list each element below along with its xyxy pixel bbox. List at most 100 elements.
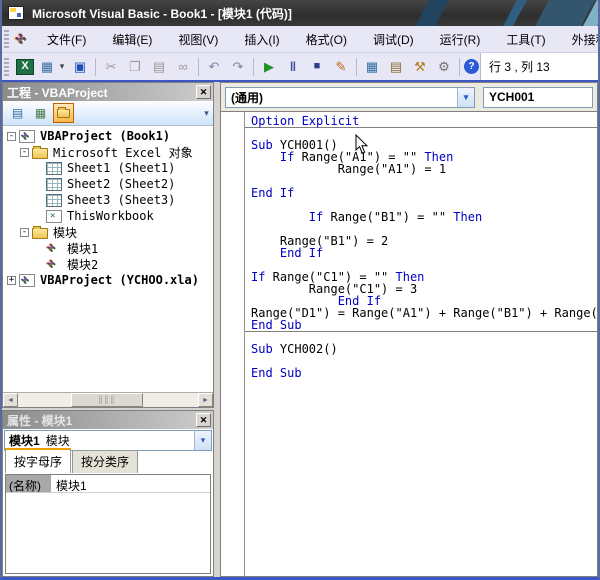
pause-icon[interactable]: ‖ — [282, 57, 304, 77]
titlebar-decoration — [415, 0, 449, 26]
scroll-left-icon[interactable]: ◄ — [3, 393, 18, 407]
paste-icon[interactable]: ▤ — [148, 57, 170, 77]
chevron-down-icon[interactable] — [457, 88, 474, 107]
property-value-cell[interactable]: 模块1 — [52, 475, 210, 492]
margin-indicator-bar[interactable] — [221, 112, 245, 576]
titlebar-decoration — [503, 0, 527, 26]
cut-icon[interactable]: ✂ — [100, 57, 122, 77]
toggle-folders-icon[interactable] — [53, 103, 74, 123]
menu-item-1[interactable]: 文件(F) — [34, 27, 99, 52]
toolbar-separator — [356, 58, 357, 76]
code-editor[interactable]: Option ExplicitSub YCH001() If Range("A1… — [221, 111, 597, 576]
code-text — [251, 246, 280, 260]
project-icon — [19, 274, 35, 287]
code-line: If Range("B1") = "" Then — [251, 211, 597, 223]
toolbar-options-icon[interactable] — [201, 104, 212, 122]
object-dropdown[interactable]: (通用) — [225, 87, 475, 108]
code-text — [251, 210, 309, 224]
tree-item-label: Sheet3 (Sheet3) — [65, 193, 177, 207]
menu-item-4[interactable]: 插入(I) — [231, 27, 292, 52]
toolbox-icon[interactable]: ⚒ — [409, 57, 431, 77]
copy-icon[interactable]: ❐ — [124, 57, 146, 77]
menu-item-5[interactable]: 格式(O) — [293, 27, 360, 52]
procedure-dropdown-value: YCH001 — [489, 90, 534, 104]
property-row[interactable]: (名称)模块1 — [6, 475, 210, 493]
keyword: Option Explicit — [251, 114, 359, 128]
selected-object-name: 模块1 — [9, 432, 40, 449]
object-dropdown-value: (通用) — [231, 89, 263, 106]
menu-item-3[interactable]: 视图(V) — [165, 27, 231, 52]
tab-categorized[interactable]: 按分类序 — [72, 450, 138, 473]
view-code-icon[interactable]: ▤ — [7, 103, 28, 123]
redo-icon[interactable]: ↷ — [227, 57, 249, 77]
module-icon — [46, 242, 62, 255]
collapse-icon[interactable]: - — [20, 148, 29, 157]
tree-item[interactable]: +VBAProject (YCHOO.xla) — [3, 272, 213, 288]
workspace: 工程 - VBAProject ▤▦ -VBAProject (Book1)-M… — [2, 80, 598, 577]
tab-alphabetic[interactable]: 按字母序 — [5, 448, 71, 473]
tree-item-label: ThisWorkbook — [65, 209, 156, 223]
find-icon[interactable]: ∞ — [172, 57, 194, 77]
tree-item[interactable]: Sheet3 (Sheet3) — [3, 192, 213, 208]
chevron-down-icon[interactable] — [194, 431, 211, 450]
tree-item[interactable]: Sheet1 (Sheet1) — [3, 160, 213, 176]
view-object-icon[interactable]: ▦ — [30, 103, 51, 123]
menu-item-9[interactable]: 外接程序(A) — [559, 27, 598, 52]
keyword: If — [309, 210, 323, 224]
tools-icon[interactable]: ⚙ — [433, 57, 455, 77]
cursor-position-status: 行 3 , 列 13 — [480, 53, 598, 80]
menu-item-7[interactable]: 运行(R) — [427, 27, 494, 52]
app-icon[interactable] — [8, 6, 24, 20]
project-icon — [19, 130, 35, 143]
code-line — [251, 355, 597, 367]
keyword: End Sub — [251, 318, 302, 332]
code-line: End If — [251, 187, 597, 199]
code-combo-row: (通用) YCH001 — [221, 83, 597, 111]
toolbar-grip[interactable] — [4, 30, 9, 48]
stop-icon[interactable]: ■ — [306, 57, 328, 77]
close-icon[interactable] — [196, 413, 211, 427]
project-explorer: 工程 - VBAProject ▤▦ -VBAProject (Book1)-M… — [2, 82, 214, 408]
properties-tabs: 按字母序 按分类序 — [3, 452, 213, 473]
tree-item[interactable]: 模块2 — [3, 256, 213, 272]
property-name-cell[interactable]: (名称) — [6, 475, 52, 492]
collapse-icon[interactable]: - — [20, 228, 29, 237]
code-line: Option Explicit — [251, 115, 597, 127]
undo-icon[interactable]: ↶ — [203, 57, 225, 77]
tree-item[interactable]: ThisWorkbook — [3, 208, 213, 224]
tree-item[interactable]: -模块 — [3, 224, 213, 240]
tree-item-label: Sheet2 (Sheet2) — [65, 177, 177, 191]
tree-item[interactable]: - VBAProject (Book1) — [3, 128, 213, 144]
collapse-icon[interactable]: - — [7, 132, 16, 141]
toolbar-separator — [95, 58, 96, 76]
keyword: Sub — [251, 342, 273, 356]
project-explorer-icon[interactable]: ▦ — [361, 57, 383, 77]
close-icon[interactable] — [196, 85, 211, 99]
menu-item-6[interactable]: 调试(D) — [360, 27, 427, 52]
horizontal-scrollbar[interactable]: ◄ ► — [3, 392, 213, 407]
save-icon[interactable]: ▣ — [69, 57, 91, 77]
title-bar: Microsoft Visual Basic - Book1 - [模块1 (代… — [2, 0, 598, 26]
active-document-icon[interactable] — [14, 33, 30, 46]
scroll-right-icon[interactable]: ► — [198, 393, 213, 407]
insert-userform-icon[interactable]: ▦ — [36, 57, 58, 77]
toolbar-grip[interactable] — [4, 58, 9, 76]
menu-item-8[interactable]: 工具(T) — [493, 27, 558, 52]
procedure-dropdown[interactable]: YCH001 — [483, 87, 593, 108]
help-icon[interactable]: ? — [464, 59, 479, 74]
design-mode-icon[interactable]: ✎ — [330, 57, 352, 77]
scrollbar-thumb[interactable] — [71, 393, 143, 407]
run-icon[interactable]: ▶ — [258, 57, 280, 77]
insert-dropdown-caret-icon[interactable]: ▾ — [57, 57, 67, 77]
menu-item-2[interactable]: 编辑(E) — [99, 27, 165, 52]
tree-item-label: VBAProject (Book1) — [38, 129, 172, 143]
properties-window-icon[interactable]: ▤ — [385, 57, 407, 77]
tree-item-label: Microsoft Excel 对象 — [51, 144, 195, 161]
tree-item[interactable]: - Microsoft Excel 对象 — [3, 144, 213, 160]
expand-icon[interactable]: + — [7, 276, 16, 285]
tree-item[interactable]: 模块1 — [3, 240, 213, 256]
excel-icon[interactable]: X — [16, 59, 34, 75]
code-line: Sub YCH002() — [251, 343, 597, 355]
tree-item[interactable]: Sheet2 (Sheet2) — [3, 176, 213, 192]
tree-item-label: 模块1 — [65, 240, 100, 257]
